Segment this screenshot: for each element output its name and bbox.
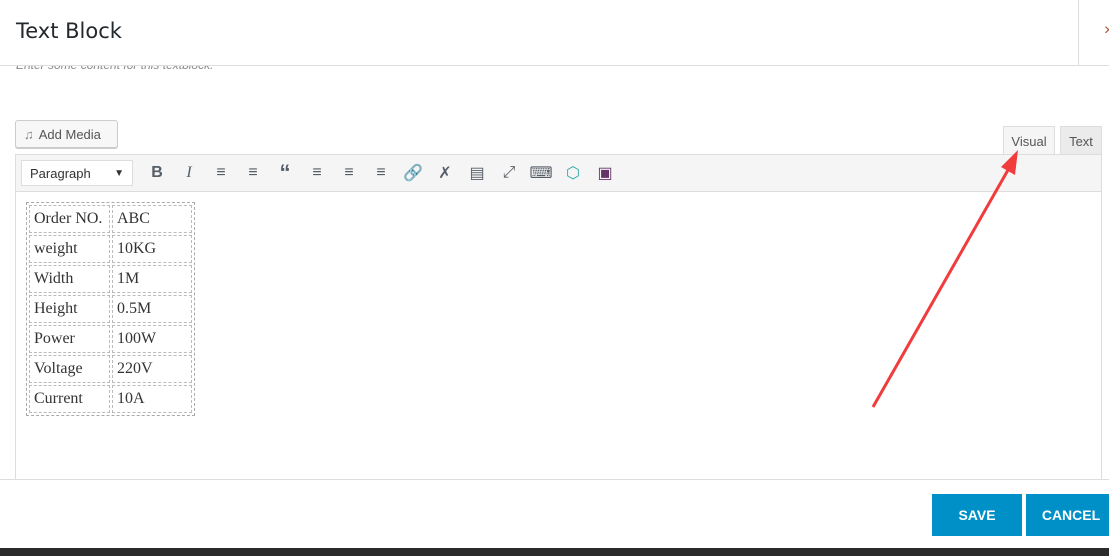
key-cell[interactable]: Width: [29, 265, 110, 293]
save-button[interactable]: SAVE: [932, 494, 1022, 536]
align-center-icon[interactable]: ≡: [333, 158, 365, 188]
toolbar-toggle-icon[interactable]: ⌨: [525, 158, 557, 188]
blockquote-icon[interactable]: “: [269, 158, 301, 188]
table-row: Height 0.5M: [29, 295, 192, 323]
tab-visual[interactable]: Visual: [1003, 126, 1055, 156]
background-strip: [0, 548, 1109, 556]
table-row: Current 10A: [29, 385, 192, 413]
modal-title: Text Block: [16, 19, 122, 43]
media-icon: ♫: [24, 126, 34, 142]
align-right-icon[interactable]: ≡: [365, 158, 397, 188]
read-more-icon[interactable]: ▤: [461, 158, 493, 188]
gallery-icon[interactable]: ▣: [589, 158, 621, 188]
table-row: weight 10KG: [29, 235, 192, 263]
close-icon[interactable]: ×: [1104, 22, 1109, 40]
modal-header: Text Block ×: [0, 0, 1109, 66]
align-left-icon[interactable]: ≡: [301, 158, 333, 188]
tab-text[interactable]: Text: [1060, 126, 1102, 155]
editor-toolbar: Paragraph ▼ B I ≡ ≡ “ ≡ ≡ ≡ 🔗 ✗ ▤ ⤢ ⌨ ⬡ ▣: [16, 155, 1101, 192]
value-cell[interactable]: 10A: [112, 385, 192, 413]
value-cell[interactable]: 100W: [112, 325, 192, 353]
format-select[interactable]: Paragraph ▼: [21, 160, 133, 186]
link-icon[interactable]: 🔗: [397, 158, 429, 188]
value-cell[interactable]: ABC: [112, 205, 192, 233]
spec-table[interactable]: Order NO. ABC weight 10KG Width 1M Height 0.5M P…: [26, 202, 195, 416]
layers-icon[interactable]: ⬡: [557, 158, 589, 188]
table-row: Voltage 220V: [29, 355, 192, 383]
bold-icon[interactable]: B: [141, 158, 173, 188]
add-media-button[interactable]: ♫ Add Media: [15, 120, 118, 148]
table-row: Order NO. ABC: [29, 205, 192, 233]
numbered-list-icon[interactable]: ≡: [237, 158, 269, 188]
key-cell[interactable]: Voltage: [29, 355, 110, 383]
value-cell[interactable]: 0.5M: [112, 295, 192, 323]
cancel-button[interactable]: CANCEL: [1026, 494, 1109, 536]
add-media-label: Add Media: [38, 126, 101, 142]
modal-footer: SAVE CANCEL: [0, 479, 1109, 548]
chevron-down-icon: ▼: [114, 167, 124, 179]
editor[interactable]: Paragraph ▼ B I ≡ ≡ “ ≡ ≡ ≡ 🔗 ✗ ▤ ⤢ ⌨ ⬡ ▣…: [15, 154, 1102, 484]
value-cell[interactable]: 220V: [112, 355, 192, 383]
format-value: Paragraph: [30, 165, 91, 181]
key-cell[interactable]: weight: [29, 235, 110, 263]
unlink-icon[interactable]: ✗: [429, 158, 461, 188]
key-cell[interactable]: Power: [29, 325, 110, 353]
table-row: Width 1M: [29, 265, 192, 293]
key-cell[interactable]: Height: [29, 295, 110, 323]
table-row: Power 100W: [29, 325, 192, 353]
bulleted-list-icon[interactable]: ≡: [205, 158, 237, 188]
key-cell[interactable]: Order NO.: [29, 205, 110, 233]
key-cell[interactable]: Current: [29, 385, 110, 413]
value-cell[interactable]: 10KG: [112, 235, 192, 263]
fullscreen-icon[interactable]: ⤢: [493, 158, 525, 188]
italic-icon[interactable]: I: [173, 158, 205, 188]
header-divider: [1078, 0, 1079, 65]
value-cell[interactable]: 1M: [112, 265, 192, 293]
